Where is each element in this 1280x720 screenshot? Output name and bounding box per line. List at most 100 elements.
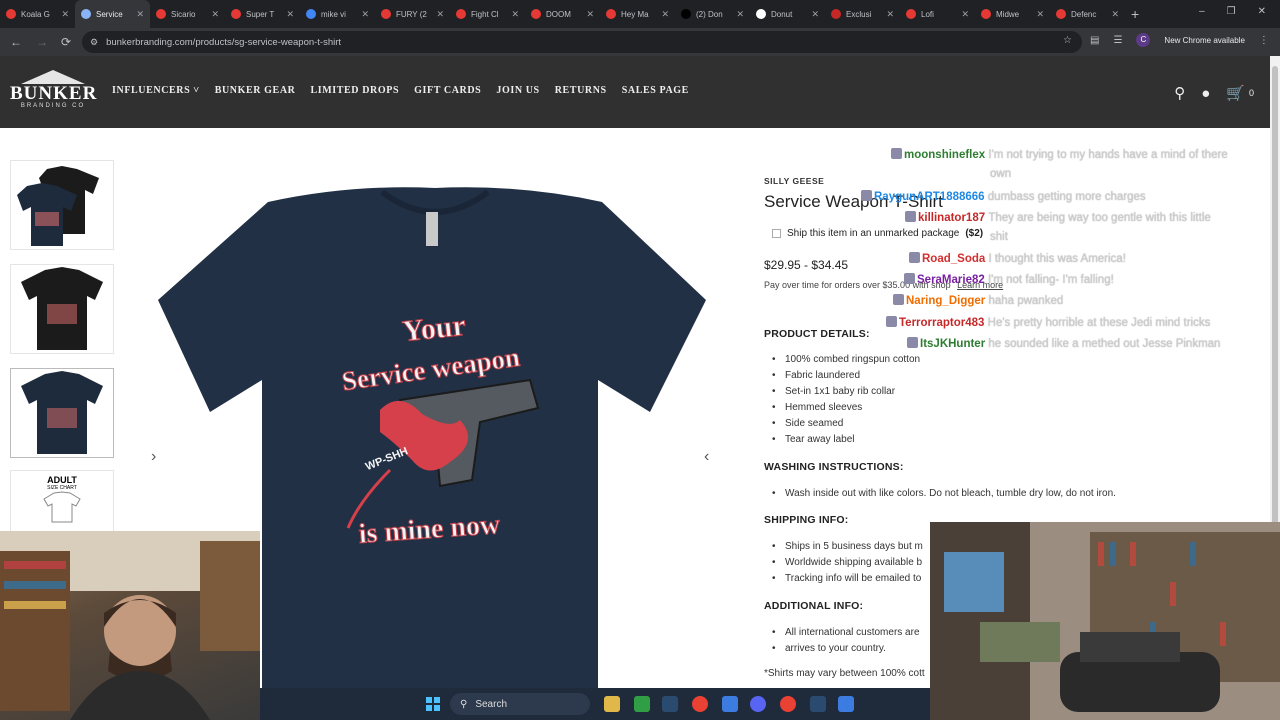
browser-tab-5[interactable]: mike vi ✕ bbox=[300, 0, 375, 28]
next-image-arrow[interactable]: ‹ bbox=[704, 448, 709, 466]
profile-avatar[interactable]: C bbox=[1136, 33, 1151, 47]
restore-icon[interactable]: ❐ bbox=[1227, 6, 1236, 17]
tab-close-icon[interactable]: ✕ bbox=[211, 9, 219, 20]
browser-tab-1[interactable]: Koala G ✕ bbox=[0, 0, 75, 28]
tab-favicon-icon bbox=[6, 9, 16, 19]
chat-message: Terrorraptor483 He's pretty horrible at … bbox=[886, 316, 1210, 329]
site-info-icon[interactable]: ⚙ bbox=[90, 37, 98, 48]
browser-tab-12[interactable]: Exclusi ✕ bbox=[825, 0, 900, 28]
windows-start-icon[interactable] bbox=[426, 697, 440, 711]
tab-close-icon[interactable]: ✕ bbox=[811, 9, 819, 20]
browser-tab-9[interactable]: Hey Ma ✕ bbox=[600, 0, 675, 28]
browser-tab-8[interactable]: DOOM ✕ bbox=[525, 0, 600, 28]
back-icon[interactable]: ← bbox=[4, 35, 28, 49]
file-explorer-icon[interactable] bbox=[604, 696, 620, 712]
tab-close-icon[interactable]: ✕ bbox=[361, 9, 369, 20]
steam-icon-2[interactable] bbox=[810, 696, 826, 712]
browser-tab-13[interactable]: Lofi ✕ bbox=[900, 0, 975, 28]
taskbar-search[interactable]: ⚲ Search bbox=[450, 693, 590, 715]
prev-image-arrow[interactable]: › bbox=[151, 448, 156, 466]
browser-tab-7[interactable]: Fight Cl ✕ bbox=[450, 0, 525, 28]
chat-badge-icon bbox=[904, 273, 915, 284]
nav-join-us[interactable]: JOIN US bbox=[496, 85, 539, 96]
bookmark-star-icon[interactable]: ☆ bbox=[1063, 35, 1072, 46]
app-icon-2[interactable] bbox=[838, 696, 854, 712]
browser-tab-14[interactable]: Midwe ✕ bbox=[975, 0, 1050, 28]
discord-icon[interactable] bbox=[750, 696, 766, 712]
chat-message: Road_Soda I thought this was America! bbox=[909, 252, 1126, 265]
tab-close-icon[interactable]: ✕ bbox=[1036, 9, 1044, 20]
tab-close-icon[interactable]: ✕ bbox=[661, 9, 669, 20]
window-close-icon[interactable]: ✕ bbox=[1258, 6, 1266, 17]
extensions-icon[interactable]: ▤ bbox=[1090, 35, 1099, 46]
browser-tab-2[interactable]: Service ✕ bbox=[75, 0, 150, 28]
tab-close-icon[interactable]: ✕ bbox=[1111, 9, 1119, 20]
thumbnail-1[interactable] bbox=[10, 160, 114, 250]
product-price: $29.95 - $34.45 bbox=[764, 258, 849, 272]
browser-tab-11[interactable]: Donut ✕ bbox=[750, 0, 825, 28]
browser-tab-4[interactable]: Super T ✕ bbox=[225, 0, 300, 28]
xbox-icon[interactable] bbox=[634, 696, 650, 712]
chat-text: He's pretty horrible at these Jedi mind … bbox=[987, 317, 1211, 329]
tab-favicon-icon bbox=[381, 9, 391, 19]
tab-close-icon[interactable]: ✕ bbox=[961, 9, 969, 20]
nav-bunker-gear[interactable]: BUNKER GEAR bbox=[215, 85, 296, 96]
cart-icon[interactable]: 🛒 bbox=[1226, 84, 1245, 102]
new-tab-icon[interactable]: + bbox=[1131, 6, 1139, 22]
tab-favicon-icon bbox=[531, 9, 541, 19]
chat-text: I'm not falling- I'm falling! bbox=[987, 274, 1114, 286]
address-bar[interactable]: ⚙ bunkerbranding.com/products/sg-service… bbox=[82, 31, 1082, 53]
nav-gift-cards[interactable]: GIFT CARDS bbox=[414, 85, 481, 96]
nav-sales-page[interactable]: SALES PAGE bbox=[622, 85, 689, 96]
chat-message: RaygunART1888666 dumbass getting more ch… bbox=[861, 190, 1146, 203]
unmarked-label: Ship this item in an unmarked package bbox=[787, 228, 960, 239]
washing-heading: WASHING INSTRUCTIONS: bbox=[764, 461, 904, 473]
url-text[interactable]: bunkerbranding.com/products/sg-service-w… bbox=[106, 37, 341, 48]
bunker-logo[interactable]: BUNKER BRANDING CO bbox=[10, 70, 96, 116]
steam-icon[interactable] bbox=[662, 696, 678, 712]
shirt-text-top: Your bbox=[401, 309, 467, 348]
unmarked-checkbox[interactable] bbox=[772, 229, 781, 238]
forward-icon[interactable]: → bbox=[30, 35, 54, 49]
account-icon[interactable]: ● bbox=[1201, 85, 1210, 102]
size-chart-label: ADULT bbox=[47, 475, 77, 485]
vendor-label: SILLY GEESE bbox=[764, 176, 825, 186]
unmarked-package-option[interactable]: Ship this item in an unmarked package ($… bbox=[772, 228, 983, 239]
chrome-icon-2[interactable] bbox=[780, 696, 796, 712]
tab-close-icon[interactable]: ✕ bbox=[886, 9, 894, 20]
nav-limited-drops[interactable]: LIMITED DROPS bbox=[310, 85, 399, 96]
minimize-icon[interactable]: – bbox=[1199, 6, 1205, 17]
nav-returns[interactable]: RETURNS bbox=[555, 85, 607, 96]
detail-item: Hemmed sleeves bbox=[770, 402, 920, 418]
tab-close-icon[interactable]: ✕ bbox=[586, 9, 594, 20]
chat-username: killinator187 bbox=[918, 212, 989, 224]
browser-tab-10[interactable]: (2) Don ✕ bbox=[675, 0, 750, 28]
menu-kebab-icon[interactable]: ⋮ bbox=[1259, 35, 1269, 46]
chat-message: own bbox=[990, 168, 1011, 180]
browser-tab-15[interactable]: Defenc ✕ bbox=[1050, 0, 1125, 28]
tab-close-icon[interactable]: ✕ bbox=[136, 9, 144, 20]
browser-tab-3[interactable]: Sicario ✕ bbox=[150, 0, 225, 28]
nav-influencers[interactable]: INFLUENCERS ˅ bbox=[112, 85, 200, 96]
tab-close-icon[interactable]: ✕ bbox=[61, 9, 69, 20]
tab-close-icon[interactable]: ✕ bbox=[436, 9, 444, 20]
tab-close-icon[interactable]: ✕ bbox=[511, 9, 519, 20]
washing-list: Wash inside out with like colors. Do not… bbox=[770, 488, 1116, 504]
browser-tab-6[interactable]: FURY (2 ✕ bbox=[375, 0, 450, 28]
tab-close-icon[interactable]: ✕ bbox=[736, 9, 744, 20]
thumbnail-3-selected[interactable] bbox=[10, 368, 114, 458]
webcam-streamer-image bbox=[0, 531, 260, 720]
reload-icon[interactable]: ⟳ bbox=[54, 35, 78, 49]
thumbnail-2[interactable] bbox=[10, 264, 114, 354]
thumbnail-size-chart[interactable]: ADULT SIZE CHART bbox=[10, 470, 114, 532]
tab-favicon-icon bbox=[981, 9, 991, 19]
search-icon[interactable]: ⚲ bbox=[1174, 84, 1185, 102]
media-icon[interactable]: ☰ bbox=[1113, 35, 1122, 46]
app-icon-1[interactable] bbox=[722, 696, 738, 712]
new-chrome-available[interactable]: New Chrome available bbox=[1164, 36, 1244, 45]
chrome-icon[interactable] bbox=[692, 696, 708, 712]
tab-close-icon[interactable]: ✕ bbox=[286, 9, 294, 20]
additional-list: All international customers arearrives t… bbox=[770, 627, 920, 659]
details-list: 100% combed ringspun cottonFabric launde… bbox=[770, 354, 920, 450]
detail-item: Tear away label bbox=[770, 434, 920, 450]
